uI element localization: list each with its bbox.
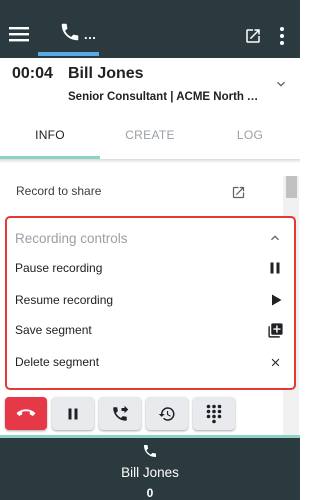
record-to-share-label[interactable]: Record to share bbox=[16, 184, 101, 198]
dialpad-button[interactable] bbox=[193, 397, 235, 430]
save-segment-item[interactable]: Save segment bbox=[15, 323, 92, 337]
phone-tab-more: ... bbox=[84, 27, 97, 42]
recording-controls-panel: Recording controls Pause recording Resum… bbox=[5, 216, 296, 390]
active-call-count: 0 bbox=[146, 486, 154, 500]
tab-log[interactable]: LOG bbox=[200, 114, 300, 156]
open-in-new-icon[interactable] bbox=[231, 185, 246, 200]
library-add-icon[interactable] bbox=[267, 322, 284, 339]
hold-button[interactable] bbox=[52, 397, 94, 430]
call-header: 00:04 Bill Jones Senior Consultant | ACM… bbox=[0, 58, 300, 114]
history-button[interactable] bbox=[146, 397, 188, 430]
phone-forwarded-icon bbox=[111, 405, 129, 423]
resume-recording-item[interactable]: Resume recording bbox=[15, 293, 113, 307]
delete-segment-item[interactable]: Delete segment bbox=[15, 355, 99, 369]
pause-recording-item[interactable]: Pause recording bbox=[15, 261, 102, 275]
app-top-bar: ... bbox=[0, 0, 300, 58]
pause-icon bbox=[67, 408, 79, 420]
hangup-button[interactable] bbox=[5, 397, 47, 430]
dialpad-icon bbox=[206, 404, 222, 424]
scrollbar-thumb[interactable] bbox=[286, 176, 297, 198]
menu-icon[interactable] bbox=[9, 26, 29, 42]
chevron-up-icon[interactable] bbox=[267, 230, 283, 246]
close-icon[interactable] bbox=[269, 356, 282, 369]
active-call-name: Bill Jones bbox=[121, 465, 179, 480]
phone-icon bbox=[142, 443, 158, 459]
call-end-icon bbox=[16, 407, 36, 420]
more-vert-icon[interactable] bbox=[278, 26, 286, 46]
tab-info[interactable]: INFO bbox=[0, 114, 100, 156]
play-icon[interactable] bbox=[271, 294, 282, 306]
caller-subtitle: Senior Consultant | ACME North America bbox=[68, 91, 264, 103]
recording-controls-title: Recording controls bbox=[15, 231, 128, 246]
open-in-new-icon[interactable] bbox=[244, 27, 262, 45]
call-action-bar bbox=[0, 393, 300, 435]
phone-tab-indicator bbox=[38, 52, 99, 56]
active-call-bar[interactable]: Bill Jones 0 bbox=[0, 435, 300, 500]
transfer-button[interactable] bbox=[99, 397, 141, 430]
tab-bar: INFO CREATE LOG bbox=[0, 114, 300, 160]
call-timer: 00:04 bbox=[12, 65, 53, 82]
phone-icon[interactable] bbox=[59, 21, 81, 43]
pause-icon[interactable] bbox=[269, 262, 281, 274]
caller-name: Bill Jones bbox=[68, 65, 144, 82]
tab-create[interactable]: CREATE bbox=[100, 114, 200, 156]
chevron-down-icon[interactable] bbox=[273, 76, 289, 92]
history-icon bbox=[158, 405, 176, 423]
